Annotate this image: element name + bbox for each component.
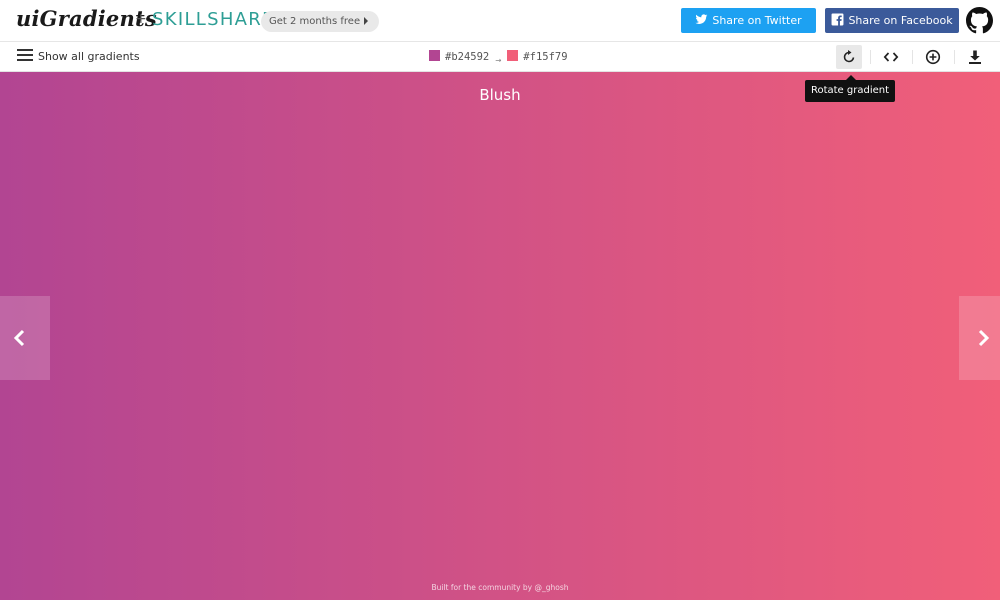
gradient-toolbar: Show all gradients #b24592 → #f15f79 — [0, 42, 1000, 72]
github-octocat-icon[interactable] — [966, 7, 993, 34]
add-gradient-button[interactable] — [920, 45, 946, 69]
previous-gradient-button[interactable] — [0, 296, 50, 380]
hamburger-menu-icon — [17, 49, 33, 61]
end-color-code[interactable]: #f15f79 — [523, 51, 567, 63]
chevron-left-icon — [13, 329, 25, 347]
rotate-gradient-tooltip: Rotate gradient — [805, 75, 895, 102]
skillshare-logo[interactable]: SKILLSHARE — [152, 9, 275, 30]
caret-right-icon — [364, 17, 369, 25]
toolbar-divider — [870, 50, 871, 64]
plus-separator: + — [135, 11, 147, 27]
share-twitter-button[interactable]: Share on Twitter — [681, 8, 816, 33]
start-color-swatch[interactable] — [429, 50, 440, 61]
show-all-label: Show all gradients — [38, 50, 140, 63]
rotate-icon — [843, 50, 855, 63]
footer-credit: Built for the community by @_ghosh — [431, 583, 569, 592]
gradient-preview: Blush Built for the community by @_ghosh — [0, 72, 1000, 600]
chevron-right-icon — [978, 329, 990, 347]
end-color-swatch[interactable] — [507, 50, 519, 61]
facebook-f-icon — [831, 13, 844, 26]
next-gradient-button[interactable] — [959, 296, 1000, 380]
top-header: uiGradients + SKILLSHARE Get 2 months fr… — [0, 0, 1000, 42]
get-css-code-button[interactable] — [878, 45, 904, 69]
plus-circle-icon — [925, 49, 941, 65]
arrow-right-icon: → — [495, 55, 502, 66]
start-color-code[interactable]: #b24592 — [445, 51, 489, 63]
share-twitter-label: Share on Twitter — [712, 14, 802, 27]
toolbar-divider — [954, 50, 955, 64]
rotate-gradient-button[interactable] — [836, 45, 862, 69]
promo-button[interactable]: Get 2 months free — [261, 11, 380, 32]
promo-label: Get 2 months free — [269, 16, 361, 27]
show-all-gradients-button[interactable]: Show all gradients — [17, 48, 140, 66]
share-facebook-button[interactable]: Share on Facebook — [825, 8, 959, 33]
download-gradient-button[interactable] — [962, 45, 988, 69]
share-facebook-label: Share on Facebook — [848, 14, 953, 27]
twitter-bird-icon — [695, 14, 708, 24]
toolbar-divider — [912, 50, 913, 64]
code-brackets-icon — [883, 52, 899, 62]
gradient-color-codes: #b24592 → #f15f79 — [429, 49, 568, 66]
download-icon — [969, 50, 981, 64]
